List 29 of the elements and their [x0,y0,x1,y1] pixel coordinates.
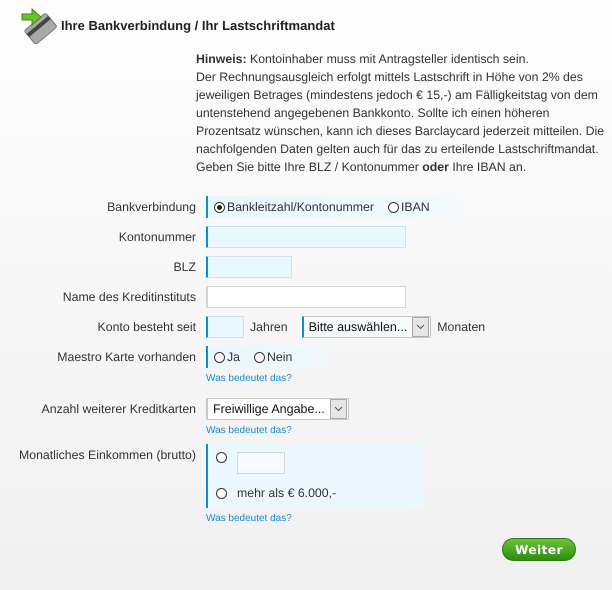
field-label: Anzahl weiterer Kreditkarten [40,401,197,418]
field-label: Maestro Karte vorhanden [56,349,197,366]
caret-icon [334,406,343,412]
field-label: Monatliches Einkommen (brutto) [18,447,197,464]
option-label: mehr als € 6.000,- [237,486,336,500]
radio-button[interactable] [216,452,227,463]
radio-button[interactable] [216,488,227,498]
radio-option[interactable]: Ja [214,350,240,364]
notice-text: Hinweis: Kontoinhaber muss mit Antragsteller identisch sein. Der Rechnungsausgleich erfolgt mittels Lastschrift in Höhe von 2% des jeweiligen Betrages (mindestens jedoch € 15,-) am Fälligkeitstag von dem untenstehend angegebenen Bankkonto. Sollte ich einen höheren Prozentsatz wünschen, kann ich dieses Barclaycard jederzeit mitteilen. Die nachfolgenden Daten gelten auch für das zu erteilende Lastschriftmandat. Geben Sie bitte Ihre BLZ / Kontonummer oder Ihre IBAN an. [196,51,606,176]
cards-dropdown[interactable]: Freiwillige Angabe... [206,398,349,420]
unit-label: Jahren [250,320,288,334]
text-field[interactable] [206,256,292,278]
field-label: Name des Kreditinstituts [62,289,197,306]
radio-option[interactable]: IBAN [388,200,430,214]
unit-label: Monaten [437,320,486,334]
text-field[interactable] [206,286,406,308]
field-label: Konto besteht seit [96,319,197,336]
caret-icon [416,324,426,330]
field-label: Kontonummer [118,229,197,246]
radio-option[interactable]: Bankleitzahl/Kontonummer [214,200,374,214]
months-dropdown[interactable]: Bitte auswählen... [302,316,432,338]
radio-option[interactable]: Nein [254,350,292,364]
years-field[interactable] [206,316,244,338]
field-label: BLZ [172,259,197,276]
page-title: Ihre Bankverbindung / Ihr Lastschriftmandat [61,18,335,32]
field-label: Bankverbindung [106,199,197,216]
income-field[interactable] [237,452,285,474]
text-field[interactable] [206,226,406,248]
bank-card-arrow-icon [20,6,58,44]
